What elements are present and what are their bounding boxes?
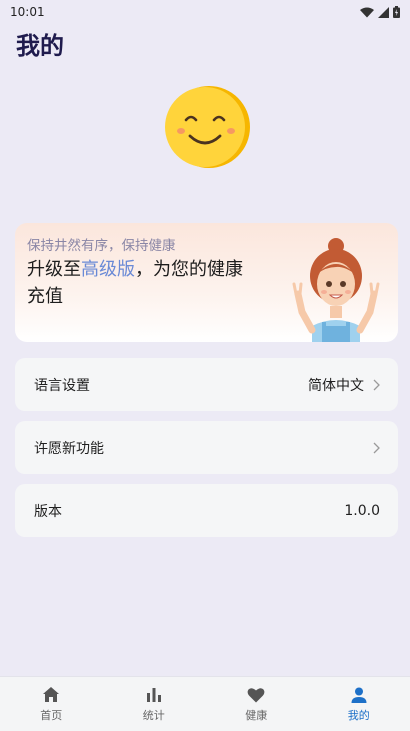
feature-wish-label: 许愿新功能 — [34, 438, 104, 458]
promo-subtitle: 保持井然有序，保持健康 — [27, 234, 176, 254]
language-settings-value: 简体中文 — [308, 375, 364, 395]
signal-icon — [378, 7, 389, 18]
version-label: 版本 — [34, 501, 62, 521]
bar-chart-icon — [144, 685, 164, 705]
promo-headline-prefix: 升级至 — [27, 259, 81, 280]
chevron-right-icon — [372, 379, 380, 391]
tab-health-label: 健康 — [245, 707, 267, 723]
girl-illustration — [292, 238, 380, 342]
heart-icon — [246, 685, 266, 705]
tab-stats-label: 统计 — [143, 707, 165, 723]
page-title: 我的 — [16, 26, 64, 61]
tab-home[interactable]: 首页 — [0, 677, 103, 731]
status-icons — [360, 6, 400, 18]
battery-icon — [393, 6, 400, 18]
upgrade-promo-banner[interactable]: 保持井然有序，保持健康 升级至高级版，为您的健康充值 — [15, 223, 398, 342]
language-settings-row[interactable]: 语言设置 简体中文 — [15, 358, 398, 411]
person-icon — [349, 685, 369, 705]
status-time: 10:01 — [10, 5, 45, 19]
version-row: 版本 1.0.0 — [15, 484, 398, 537]
promo-headline: 升级至高级版，为您的健康充值 — [27, 256, 247, 310]
wifi-icon — [360, 7, 374, 18]
feature-wish-row[interactable]: 许愿新功能 — [15, 421, 398, 474]
bottom-tab-bar: 首页 统计 健康 我的 — [0, 676, 410, 731]
promo-headline-highlight: 高级版 — [81, 259, 135, 280]
version-value: 1.0.0 — [344, 503, 380, 519]
version-right: 1.0.0 — [344, 503, 380, 519]
language-settings-right: 简体中文 — [308, 375, 380, 395]
language-settings-label: 语言设置 — [34, 375, 90, 395]
feature-wish-right — [372, 442, 380, 454]
tab-profile-label: 我的 — [348, 707, 370, 723]
tab-health[interactable]: 健康 — [205, 677, 308, 731]
tab-home-label: 首页 — [40, 707, 62, 723]
tab-profile[interactable]: 我的 — [308, 677, 410, 731]
smiley-avatar-icon[interactable] — [164, 84, 250, 170]
status-bar: 10:01 — [0, 0, 410, 24]
chevron-right-icon — [372, 442, 380, 454]
home-icon — [41, 685, 61, 705]
tab-stats[interactable]: 统计 — [103, 677, 206, 731]
